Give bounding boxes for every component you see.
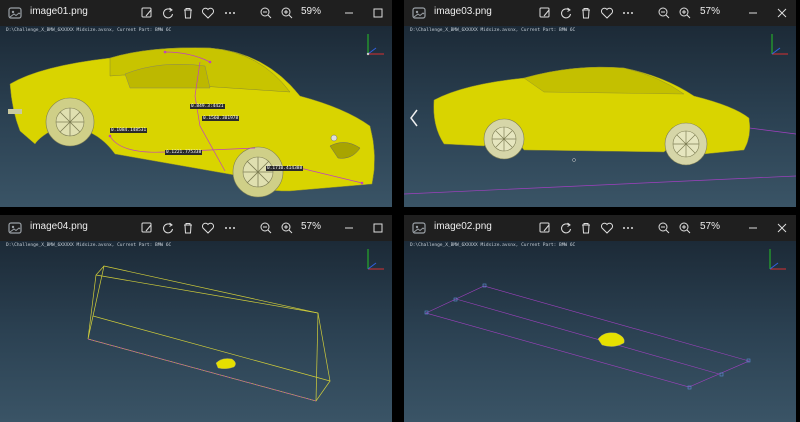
more-icon[interactable] xyxy=(620,220,636,236)
image-viewport: D:\Challenge_X_BMW_6XXXXX Midsize.avsnx,… xyxy=(0,26,392,207)
photos-window-image03: image03.png 57% D:\Challenge_X_BMW_6XXXX… xyxy=(404,0,796,207)
photos-app-icon xyxy=(412,7,426,19)
zoom-out-icon[interactable] xyxy=(656,220,672,236)
zoom-in-icon[interactable] xyxy=(677,220,693,236)
minimize-icon[interactable] xyxy=(745,5,761,21)
bounding-box-render xyxy=(87,249,384,402)
title-bar: image02.png 57% xyxy=(404,215,796,241)
more-icon[interactable] xyxy=(620,5,636,21)
close-icon[interactable] xyxy=(774,220,790,236)
file-name: image02.png xyxy=(434,221,492,232)
favorite-icon[interactable] xyxy=(200,5,216,21)
edit-icon[interactable] xyxy=(537,220,553,236)
image-viewport: D:\Challenge_X_BMW_6XXXXX Midsize.avsnx,… xyxy=(404,241,796,422)
title-bar: image04.png 57% xyxy=(0,215,392,241)
photos-window-image04: image04.png 57% D:\Challenge_X_BMW_6XXXX… xyxy=(0,215,392,422)
zoom-level: 59% xyxy=(301,6,322,17)
delete-icon[interactable] xyxy=(180,5,196,21)
more-icon[interactable] xyxy=(222,220,238,236)
edit-icon[interactable] xyxy=(139,220,155,236)
title-bar: image01.png 59% xyxy=(0,0,392,26)
zoom-in-icon[interactable] xyxy=(279,5,295,21)
measurement-label: 0.849.3:4421 xyxy=(190,104,225,109)
car-side-render xyxy=(404,34,796,195)
delete-icon[interactable] xyxy=(180,220,196,236)
minimize-icon[interactable] xyxy=(341,220,357,236)
photos-app-icon xyxy=(8,222,22,234)
maximize-icon[interactable] xyxy=(370,220,386,236)
close-icon[interactable] xyxy=(774,5,790,21)
edit-icon[interactable] xyxy=(139,5,155,21)
zoom-out-icon[interactable] xyxy=(258,220,274,236)
favorite-icon[interactable] xyxy=(200,220,216,236)
favorite-icon[interactable] xyxy=(599,5,615,21)
zoom-out-icon[interactable] xyxy=(258,5,274,21)
file-name: image01.png xyxy=(30,6,88,17)
rotate-icon[interactable] xyxy=(160,220,176,236)
maximize-icon[interactable] xyxy=(370,5,386,21)
floor-plane-render xyxy=(424,249,786,390)
rotate-icon[interactable] xyxy=(558,5,574,21)
zoom-level: 57% xyxy=(700,6,721,17)
image-viewport: D:\Challenge_X_BMW_6XXXXX Midsize.avsnx,… xyxy=(404,26,796,207)
rotate-icon[interactable] xyxy=(160,5,176,21)
more-icon[interactable] xyxy=(222,5,238,21)
photos-app-icon xyxy=(8,7,22,19)
edit-icon[interactable] xyxy=(537,5,553,21)
minimize-icon[interactable] xyxy=(745,220,761,236)
delete-icon[interactable] xyxy=(578,5,594,21)
measurement-label: 0.1560.301978 xyxy=(202,116,240,121)
zoom-out-icon[interactable] xyxy=(656,5,672,21)
measurement-label: 0.1084.148531 xyxy=(110,128,148,133)
file-name: image04.png xyxy=(30,221,88,232)
favorite-icon[interactable] xyxy=(599,220,615,236)
image-viewport: D:\Challenge_X_BMW_6XXXXX Midsize.avsnx,… xyxy=(0,241,392,422)
previous-image-arrow[interactable] xyxy=(408,108,420,128)
minimize-icon[interactable] xyxy=(341,5,357,21)
delete-icon[interactable] xyxy=(578,220,594,236)
photos-window-image02: image02.png 57% D:\Challenge_X_BMW_6XXXX… xyxy=(404,215,796,422)
file-name: image03.png xyxy=(434,6,492,17)
measurement-label: 0.1710.414388 xyxy=(266,166,304,171)
title-bar: image03.png 57% xyxy=(404,0,796,26)
photos-app-icon xyxy=(412,222,426,234)
car-closeup-render xyxy=(8,34,384,198)
rotate-icon[interactable] xyxy=(558,220,574,236)
zoom-in-icon[interactable] xyxy=(677,5,693,21)
zoom-level: 57% xyxy=(700,221,721,232)
measurement-label: 0.1221.775338 xyxy=(165,150,203,155)
zoom-in-icon[interactable] xyxy=(279,220,295,236)
zoom-level: 57% xyxy=(301,221,322,232)
photos-window-image01: image01.png 59% D:\Challenge_X_BMW_6XXXX… xyxy=(0,0,392,207)
